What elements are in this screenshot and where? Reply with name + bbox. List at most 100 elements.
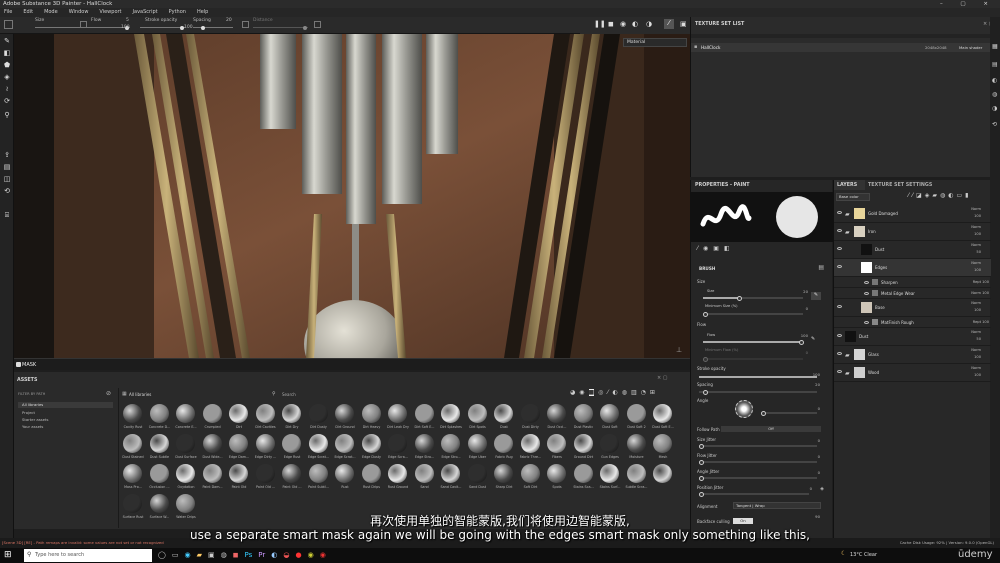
asset-thumbnail[interactable] [308, 464, 328, 483]
asset-thumbnail[interactable] [441, 434, 460, 453]
tree-item-your-assets[interactable]: Your assets [22, 424, 43, 429]
layer-opacity[interactable]: 100 [974, 308, 981, 312]
asset-thumbnail[interactable] [202, 434, 222, 453]
asset-thumbnail[interactable] [335, 434, 354, 453]
visibility-eye-icon[interactable] [837, 265, 842, 268]
min-size-value[interactable]: 0 [806, 306, 808, 311]
filter-clear-icon[interactable]: ⊘ [106, 390, 111, 397]
layer-row[interactable]: ▰ Wood Norm 100 [834, 364, 991, 382]
export-icon[interactable]: ⇪ [3, 151, 11, 159]
asset-thumbnail[interactable] [494, 464, 513, 483]
menu-javascript[interactable]: JavaScript [133, 8, 158, 17]
camera-icon[interactable]: ◼ [608, 20, 614, 28]
asset-thumbnail[interactable] [361, 464, 381, 483]
folder-icon[interactable]: ▰ [845, 352, 850, 359]
layer-opacity[interactable]: 100 [982, 320, 989, 324]
layer-opacity[interactable]: 100 [974, 373, 981, 377]
asset-thumbnail[interactable] [123, 464, 142, 483]
search-input[interactable]: Search [282, 392, 296, 397]
asset-thumbnail[interactable] [149, 464, 169, 483]
asset-thumbnail[interactable] [547, 464, 566, 483]
layer-opacity[interactable]: 100 [974, 232, 981, 236]
layer-opacity[interactable]: 100 [974, 214, 981, 218]
asset-thumbnail[interactable] [467, 434, 487, 453]
davinci-icon[interactable]: ◐ [271, 551, 277, 559]
stroke-opacity-slider[interactable] [699, 376, 817, 378]
add-layer-icon[interactable]: ◍ [940, 192, 945, 199]
windows-start-icon[interactable]: ⊞ [4, 550, 12, 560]
min-flow-slider[interactable] [703, 356, 803, 362]
position-jitter-value[interactable]: 0 [810, 486, 812, 491]
filter-texture-icon[interactable]: ◍ [622, 389, 627, 396]
menu-help[interactable]: Help [197, 8, 208, 17]
search-icon[interactable]: ⚲ [272, 391, 276, 397]
breadcrumb-icon[interactable]: ▦ [122, 391, 127, 397]
layer-opacity[interactable]: 100 [974, 268, 981, 272]
layer-row[interactable]: MatFinish Rough Rept 100 [834, 317, 991, 328]
render-icon[interactable]: ◉ [620, 20, 626, 28]
asset-thumbnail[interactable] [520, 464, 540, 483]
breadcrumb[interactable]: All libraries [129, 392, 151, 397]
visibility-eye-icon[interactable] [837, 370, 842, 373]
projection-icon[interactable]: ⬟ [3, 61, 11, 69]
position-jitter-slider[interactable] [699, 491, 809, 497]
layer-row[interactable]: Dust Norm 50 [834, 328, 991, 346]
layer-row[interactable]: Sharpen Rept 100 [834, 277, 991, 288]
min-flow-value[interactable]: 0 [806, 350, 808, 355]
layer-row[interactable]: Metal Edge Wear Norm 100 [834, 288, 991, 299]
asset-thumbnail[interactable] [123, 404, 142, 423]
display-settings-icon[interactable]: ◫ [3, 175, 11, 183]
taskbar-search[interactable]: ⚲ Type here to search [24, 549, 152, 562]
asset-thumbnail[interactable] [123, 434, 142, 453]
brush-preset-icon[interactable] [4, 20, 13, 29]
filter-environment-icon[interactable]: ▥ [631, 389, 637, 396]
layer-blend-mode[interactable]: Norm [971, 225, 981, 229]
asset-thumbnail[interactable] [388, 404, 407, 423]
stencil-tab-icon[interactable]: ▣ [713, 245, 719, 252]
size-slider[interactable] [703, 295, 803, 301]
asset-thumbnail[interactable] [626, 434, 646, 453]
asset-thumbnail[interactable] [441, 404, 460, 423]
asset-thumbnail[interactable] [282, 404, 301, 423]
task-view-icon[interactable]: ▭ [172, 551, 179, 559]
smudge-icon[interactable]: ≀ [3, 85, 11, 93]
asset-thumbnail[interactable] [547, 434, 566, 453]
menu-python[interactable]: Python [169, 8, 186, 17]
layer-blend-mode[interactable]: Norm [971, 366, 981, 370]
edge-icon[interactable]: ◉ [184, 551, 190, 559]
layer-row[interactable]: ▰ Gold Damaged Norm 100 [834, 205, 991, 223]
visibility-eye-icon[interactable] [864, 321, 869, 324]
app-icon[interactable]: ◼ [233, 551, 239, 559]
window-controls[interactable]: – ▢ × [940, 0, 996, 8]
asset-thumbnail[interactable] [653, 434, 672, 453]
filter-tools-icon[interactable]: ⊞ [650, 389, 655, 396]
display-icon[interactable]: ◑ [646, 20, 652, 28]
dock-shader-icon[interactable]: ◍ [992, 91, 997, 98]
eraser-icon[interactable]: ◧ [3, 49, 11, 57]
history-icon[interactable]: ⟲ [3, 187, 11, 195]
asset-thumbnail[interactable] [520, 404, 540, 423]
visibility-eye-icon[interactable] [837, 211, 842, 214]
angle-slider[interactable] [761, 410, 817, 416]
layer-opacity[interactable]: 100 [974, 355, 981, 359]
asset-thumbnail[interactable] [229, 434, 248, 453]
add-effect-icon[interactable]: ⁄ [908, 192, 909, 199]
material-tab-icon[interactable]: ◉ [703, 245, 708, 252]
layer-opacity[interactable]: 100 [982, 280, 989, 284]
angle-jitter-slider[interactable] [699, 475, 817, 481]
asset-thumbnail[interactable] [388, 434, 407, 453]
layer-blend-mode[interactable]: Norm [971, 330, 981, 334]
chrome-icon[interactable]: ◉ [308, 551, 314, 559]
substance-icon[interactable]: ◒ [283, 551, 289, 559]
size-value[interactable]: 20 [803, 289, 808, 294]
folder-icon[interactable]: ▰ [845, 211, 850, 218]
add-folder-icon[interactable]: ▰ [932, 192, 937, 199]
brush-tool-icon[interactable]: ⁄ [664, 19, 674, 29]
shelf-icon[interactable]: ▤ [3, 163, 11, 171]
filter-particle-icon[interactable]: ◐ [612, 389, 617, 396]
dock-bake-icon[interactable]: ◑ [992, 105, 997, 112]
asset-thumbnail[interactable] [573, 434, 593, 453]
visibility-eye-icon[interactable] [837, 334, 842, 337]
asset-thumbnail[interactable] [467, 404, 487, 423]
add-mask-icon[interactable]: ⁄ [912, 192, 913, 199]
